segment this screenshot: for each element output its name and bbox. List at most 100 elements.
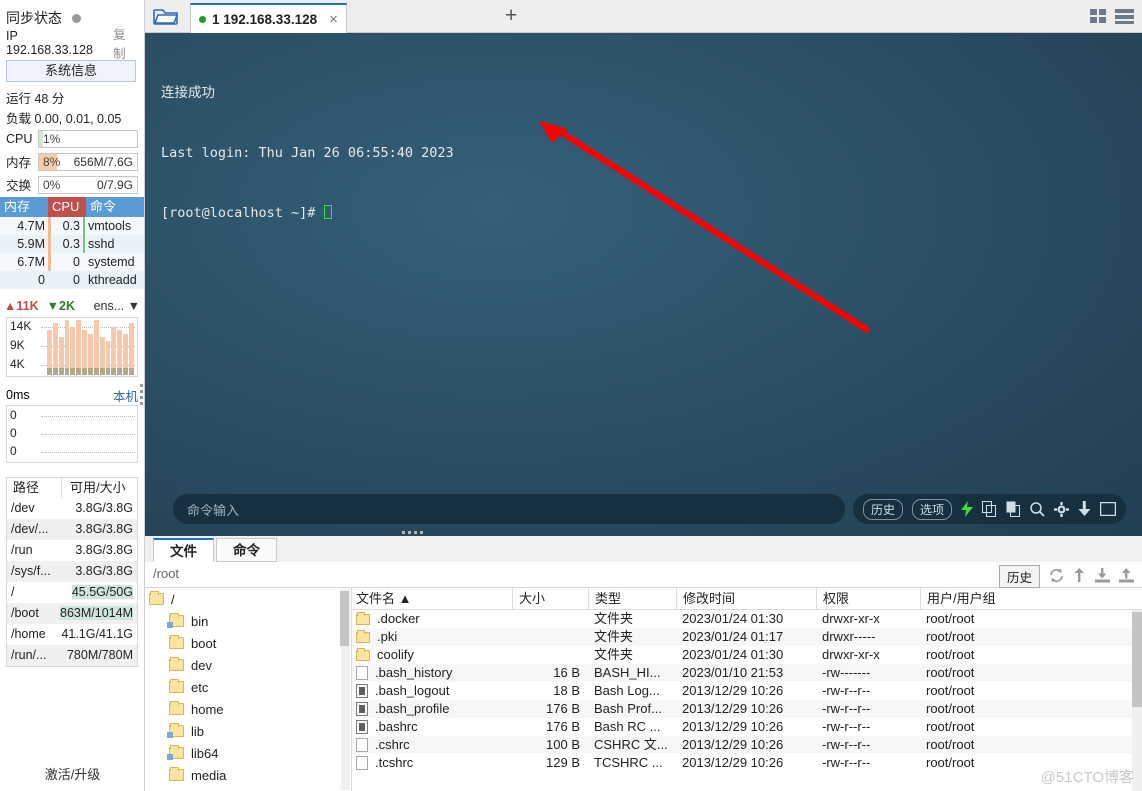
- file-history-button[interactable]: 历史: [998, 565, 1040, 588]
- file-size: 18 B: [553, 683, 580, 698]
- file-row[interactable]: .tcshrc 129 B TCSHRC ... 2013/12/29 10:26 -r…: [352, 754, 1142, 772]
- close-icon[interactable]: ×: [329, 11, 338, 28]
- file-row[interactable]: .bash_logout 18 B Bash Log... 2013/12/29 10…: [352, 682, 1142, 700]
- tree-item-etc[interactable]: etc: [145, 676, 351, 698]
- tree-item-bin[interactable]: bin: [145, 610, 351, 632]
- tree-item-root[interactable]: /: [145, 588, 351, 610]
- copy-ip-button[interactable]: 复制: [113, 24, 138, 62]
- file-type-icon: [356, 720, 368, 734]
- sidebar-drag-handle-top[interactable]: [139, 384, 144, 405]
- tree-item-lib64[interactable]: lib64: [145, 742, 351, 764]
- column-header-2[interactable]: 类型: [588, 588, 676, 609]
- net-bar: [58, 320, 64, 375]
- download-icon[interactable]: [1078, 501, 1091, 517]
- file-row[interactable]: .bashrc 176 B Bash RC ... 2013/12/29 10:26 -…: [352, 718, 1142, 736]
- disk-header-path[interactable]: 路径: [7, 478, 61, 498]
- fm-tab-0[interactable]: 文件: [153, 538, 214, 562]
- file-row[interactable]: coolify 文件夹 2023/01/24 01:30 drwxr-xr-x root…: [352, 646, 1142, 664]
- tree-item-media[interactable]: media: [145, 764, 351, 786]
- disk-row[interactable]: /run/... 780M/780M: [7, 645, 137, 666]
- tree-scrollbar[interactable]: [340, 589, 350, 790]
- file-permissions: -rw-r--r--: [822, 683, 871, 698]
- copy-icon[interactable]: [982, 501, 997, 517]
- net-bar: [52, 320, 58, 375]
- file-row[interactable]: .pki 文件夹 2023/01/24 01:17 drwxr----- root/ro…: [352, 628, 1142, 646]
- process-header-memory[interactable]: 内存: [0, 197, 48, 217]
- upload-icon[interactable]: [1073, 567, 1086, 586]
- terminal-tab-1[interactable]: 1 192.168.33.128 ×: [190, 3, 347, 33]
- file-list: 文件名 ▲ 大小 类型 修改时间 权限 用户/用户组 .docker 文件夹 2023/01/…: [352, 588, 1142, 791]
- disk-row[interactable]: / 45.5G/50G: [7, 582, 137, 603]
- tree-scrollbar-thumb[interactable]: [340, 591, 349, 646]
- column-header-0[interactable]: 文件名 ▲: [352, 588, 512, 609]
- latency-target-label[interactable]: 本机: [113, 386, 138, 405]
- uptime-label: 运行 48 分: [6, 92, 65, 106]
- system-info-button[interactable]: 系统信息: [6, 60, 136, 82]
- file-name: coolify: [377, 647, 414, 662]
- column-header-4[interactable]: 权限: [816, 588, 920, 609]
- refresh-icon[interactable]: [1049, 568, 1064, 586]
- file-row[interactable]: .bash_profile 176 B Bash Prof... 2013/12/29…: [352, 700, 1142, 718]
- panel-drag-handle[interactable]: [402, 531, 423, 534]
- network-interface-select[interactable]: ens... ▼: [94, 299, 140, 313]
- command-input[interactable]: 命令输入: [173, 494, 845, 524]
- file-row[interactable]: .bash_history 16 B BASH_HI... 2023/01/10 21…: [352, 664, 1142, 682]
- gear-icon[interactable]: [1054, 501, 1069, 517]
- grid-layout-icon[interactable]: [1090, 9, 1107, 27]
- process-row[interactable]: 4.7M 0.3 vmtools: [0, 217, 144, 235]
- disk-row[interactable]: /dev/... 3.8G/3.8G: [7, 519, 137, 540]
- disk-row[interactable]: /home 41.1G/41.1G: [7, 624, 137, 645]
- tree-item-lib[interactable]: lib: [145, 720, 351, 742]
- disk-size: 863M/1014M: [60, 606, 133, 620]
- file-row[interactable]: .cshrc 100 B CSHRC 文... 2013/12/29 10:26 -rw…: [352, 736, 1142, 754]
- folder-open-icon[interactable]: [153, 6, 179, 29]
- tree-item-boot[interactable]: boot: [145, 632, 351, 654]
- column-header-5[interactable]: 用户/用户组: [920, 588, 1142, 609]
- file-permissions: -rw-r--r--: [822, 701, 871, 716]
- file-type: 文件夹: [594, 611, 634, 626]
- process-header-cpu[interactable]: CPU: [48, 197, 86, 217]
- file-list-scrollbar[interactable]: [1132, 610, 1142, 791]
- upload-file-icon[interactable]: [1119, 567, 1134, 586]
- net-ytick-1: 9K: [10, 338, 25, 352]
- column-header-1[interactable]: 大小: [512, 588, 588, 609]
- process-row[interactable]: 0 0 kthreadd: [0, 271, 144, 289]
- disk-row[interactable]: /run 3.8G/3.8G: [7, 540, 137, 561]
- window-icon[interactable]: [1100, 502, 1116, 516]
- file-permissions: drwxr-xr-x: [822, 611, 880, 626]
- paste-icon[interactable]: [1006, 501, 1021, 517]
- meter-row-内存: 内存 8% 656M/7.6G: [0, 151, 144, 172]
- activate-upgrade-link[interactable]: 激活/升级: [0, 764, 144, 783]
- process-header-command[interactable]: 命令: [86, 197, 144, 217]
- net-bar: [47, 320, 52, 375]
- disk-row[interactable]: /boot 863M/1014M: [7, 603, 137, 624]
- terminal-line-2: Last login: Thu Jan 26 06:55:40 2023: [161, 145, 454, 161]
- fm-tab-1[interactable]: 命令: [216, 538, 277, 562]
- terminal-options-button[interactable]: 选项: [911, 498, 952, 520]
- disk-row[interactable]: /dev 3.8G/3.8G: [7, 498, 137, 519]
- terminal-screen[interactable]: 连接成功 Last login: Thu Jan 26 06:55:40 202…: [145, 33, 1142, 536]
- meter-percent: 8%: [43, 154, 61, 169]
- terminal-cursor: [323, 205, 332, 219]
- terminal-history-button[interactable]: 历史: [862, 498, 903, 520]
- file-row[interactable]: .docker 文件夹 2023/01/24 01:30 drwxr-xr-x root…: [352, 610, 1142, 628]
- disk-row[interactable]: /sys/f... 3.8G/3.8G: [7, 561, 137, 582]
- column-header-3[interactable]: 修改时间: [676, 588, 816, 609]
- file-list-scrollbar-thumb[interactable]: [1132, 612, 1142, 707]
- process-row[interactable]: 6.7M 0 systemd: [0, 253, 144, 271]
- file-size: [512, 610, 588, 628]
- lightning-icon[interactable]: [961, 501, 973, 517]
- new-tab-button[interactable]: +: [505, 5, 517, 26]
- disk-header-size[interactable]: 可用/大小: [61, 478, 137, 498]
- lat-ytick-2: 0: [10, 444, 17, 458]
- file-owner: root/root: [926, 701, 975, 716]
- tree-item-dev[interactable]: dev: [145, 654, 351, 676]
- path-input[interactable]: /root: [153, 566, 179, 581]
- search-icon[interactable]: [1030, 501, 1045, 517]
- download-file-icon[interactable]: [1095, 567, 1110, 586]
- tree-item-home[interactable]: home: [145, 698, 351, 720]
- meter-label: 交换: [6, 179, 32, 193]
- process-row[interactable]: 5.9M 0.3 sshd: [0, 235, 144, 253]
- menu-icon[interactable]: [1115, 9, 1134, 27]
- process-list: 4.7M 0.3 vmtools 5.9M 0.3 sshd 6.7M 0 systemd 0 0 k…: [0, 217, 144, 289]
